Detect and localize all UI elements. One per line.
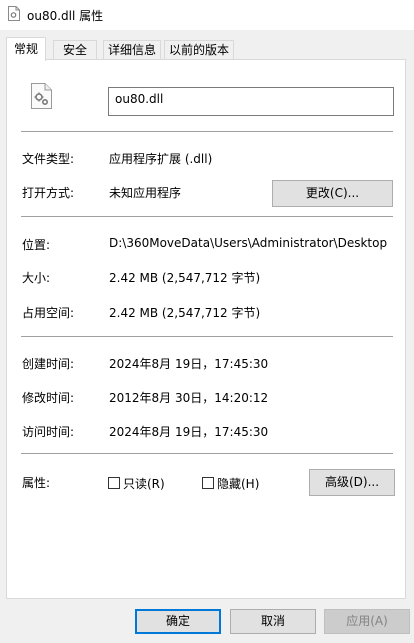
open-with-label: 打开方式: <box>22 186 75 200</box>
divider <box>21 216 393 217</box>
dll-file-gear-icon <box>31 83 52 109</box>
tab-details[interactable]: 详细信息 <box>103 40 161 60</box>
attributes-label: 属性: <box>22 476 51 490</box>
cancel-button[interactable]: 取消 <box>230 609 316 634</box>
size-value: 2.42 MB (2,547,712 字节) <box>109 271 261 285</box>
window-title: ou80.dll 属性 <box>27 9 104 23</box>
created-label: 创建时间: <box>22 357 75 371</box>
size-on-disk-label: 占用空间: <box>22 306 75 320</box>
tab-bar: 常规 安全 详细信息 以前的版本 <box>0 30 414 61</box>
advanced-button[interactable]: 高级(D)... <box>309 469 395 496</box>
general-panel: ou80.dll 文件类型: 应用程序扩展 (.dll) 打开方式: 未知应用程… <box>6 59 406 599</box>
file-type-value: 应用程序扩展 (.dll) <box>109 152 213 166</box>
modified-label: 修改时间: <box>22 391 75 405</box>
readonly-label[interactable]: 只读(R) <box>123 475 165 492</box>
file-gear-icon <box>8 6 20 21</box>
file-name-field[interactable]: ou80.dll <box>108 87 394 116</box>
created-value: 2024年8月 19日，17:45:30 <box>109 357 269 371</box>
tab-security[interactable]: 安全 <box>53 40 97 60</box>
location-label: 位置: <box>22 238 51 252</box>
hidden-checkbox[interactable] <box>202 477 214 489</box>
accessed-value: 2024年8月 19日，17:45:30 <box>109 425 269 439</box>
accessed-label: 访问时间: <box>22 425 75 439</box>
title-bar: ou80.dll 属性 <box>0 0 414 30</box>
change-button[interactable]: 更改(C)... <box>272 180 393 207</box>
open-with-value: 未知应用程序 <box>109 186 182 200</box>
divider <box>21 453 393 454</box>
divider <box>21 131 393 132</box>
modified-value: 2012年8月 30日，14:20:12 <box>109 391 269 405</box>
size-label: 大小: <box>22 271 51 285</box>
hidden-label[interactable]: 隐藏(H) <box>217 475 259 492</box>
readonly-checkbox[interactable] <box>108 477 120 489</box>
tab-general[interactable]: 常规 <box>6 37 46 61</box>
apply-button[interactable]: 应用(A) <box>324 609 410 634</box>
ok-button[interactable]: 确定 <box>135 609 221 634</box>
location-value: D:\360MoveData\Users\Administrator\Deskt… <box>109 236 388 250</box>
divider <box>21 336 393 337</box>
size-on-disk-value: 2.42 MB (2,547,712 字节) <box>109 306 261 320</box>
tab-previous-versions[interactable]: 以前的版本 <box>164 40 234 60</box>
file-type-label: 文件类型: <box>22 152 75 166</box>
